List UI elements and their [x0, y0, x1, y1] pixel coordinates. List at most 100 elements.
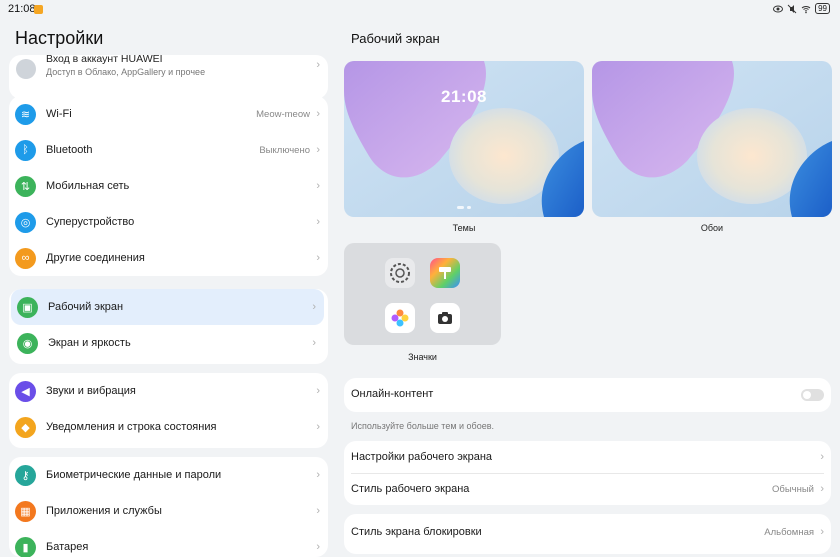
online-content-toggle[interactable] — [801, 389, 824, 401]
avatar — [16, 59, 36, 79]
status-icons: 99 — [773, 3, 830, 14]
sidebar-item-bell[interactable]: ◆ Уведомления и строка состояния › — [9, 409, 328, 445]
home-screen-settings-row[interactable]: Настройки рабочего экрана › — [344, 441, 831, 473]
connectivity-group: ≋ Wi-Fi Meow-meow › ᛒ Bluetooth Выключено › ⇅ Моб… — [9, 96, 328, 276]
chevron-right-icon: › — [316, 505, 320, 517]
chevron-right-icon: › — [316, 108, 320, 120]
sound-group: ◀Звуки и вибрация›◆Уведомления и строка … — [9, 373, 328, 448]
wallpapers-thumbnail[interactable] — [592, 61, 832, 217]
eye-icon: ◉ — [17, 333, 38, 354]
settings-sidebar: Настройки Вход в аккаунт HUAWEI Доступ в… — [0, 20, 336, 547]
display-group: ▣ Рабочий экран › ◉ Экран и яркость › — [9, 289, 328, 364]
themes-label: Темы — [344, 223, 584, 233]
sidebar-item-label: Приложения и службы — [46, 505, 162, 517]
online-content-label: Онлайн-контент — [351, 388, 433, 400]
chevron-right-icon: › — [316, 469, 320, 481]
link-icon: ∞ — [15, 248, 36, 269]
sidebar-item-eye[interactable]: ◉ Экран и яркость › — [11, 325, 324, 361]
chevron-right-icon: › — [316, 180, 320, 192]
sidebar-item-superdevice[interactable]: ◎ Суперустройство › — [9, 204, 328, 240]
chevron-right-icon: › — [820, 451, 824, 463]
chevron-right-icon: › — [312, 301, 316, 313]
wallpaper-image — [344, 61, 584, 217]
sidebar-item-bluetooth[interactable]: ᛒ Bluetooth Выключено › — [9, 132, 328, 168]
mute-icon — [787, 4, 797, 14]
sidebar-item-link[interactable]: ∞Другие соединения› — [9, 240, 328, 276]
lock-screen-style-row[interactable]: Стиль экрана блокировки Альбомная › — [344, 514, 831, 554]
sidebar-item-label: Wi-Fi — [46, 108, 72, 120]
sidebar-item-apps[interactable]: ▦ Приложения и службы › — [9, 493, 328, 529]
online-content-card: Онлайн-контент — [344, 378, 831, 412]
account-subtitle: Доступ в Облако, AppGallery и прочее — [46, 67, 205, 77]
account-card[interactable]: Вход в аккаунт HUAWEI Доступ в Облако, A… — [9, 55, 328, 99]
chevron-right-icon: › — [820, 483, 824, 495]
key-icon: ⚷ — [15, 465, 36, 486]
home-screen-panel: Рабочий экран 21:08 Темы — [336, 20, 840, 547]
sidebar-item-wifi[interactable]: ≋ Wi-Fi Meow-meow › — [9, 96, 328, 132]
wifi-icon: ≋ — [15, 104, 36, 125]
status-time: 21:08 — [8, 3, 36, 15]
wallpapers-label: Обои — [592, 223, 832, 233]
home-screen-style-label: Стиль рабочего экрана — [351, 483, 469, 495]
wifi-status-icon — [801, 4, 811, 14]
bell-icon: ◆ — [15, 417, 36, 438]
chevron-right-icon: › — [316, 144, 320, 156]
gallery-app-icon — [385, 303, 415, 333]
sidebar-item-key[interactable]: ⚷ Биометрические данные и пароли › — [9, 457, 328, 493]
chevron-right-icon: › — [316, 59, 320, 71]
home-screen-icon: ▣ — [17, 297, 38, 318]
settings-title: Настройки — [15, 28, 103, 49]
page-title: Рабочий экран — [351, 31, 440, 46]
chevron-right-icon: › — [316, 541, 320, 553]
bluetooth-icon: ᛒ — [15, 140, 36, 161]
sidebar-item-label: Экран и яркость — [48, 337, 131, 349]
sidebar-item-label: Звуки и вибрация — [46, 385, 136, 397]
sidebar-item-value: Выключено — [259, 145, 310, 156]
sidebar-item-sound[interactable]: ◀Звуки и вибрация› — [9, 373, 328, 409]
sidebar-item-label: Bluetooth — [46, 144, 92, 156]
notification-icon — [34, 5, 43, 14]
lock-style-card: Стиль экрана блокировки Альбомная › — [344, 514, 831, 554]
sidebar-item-battery[interactable]: ▮Батарея› — [9, 529, 328, 557]
sidebar-item-label: Суперустройство — [46, 216, 134, 228]
security-group: ⚷ Биометрические данные и пароли › ▦ Приложе… — [9, 457, 328, 557]
eye-comfort-icon — [773, 4, 783, 14]
chevron-right-icon: › — [316, 216, 320, 228]
mobile-network-icon: ⇅ — [15, 176, 36, 197]
sidebar-item-label: Уведомления и строка состояния — [46, 421, 216, 433]
superdevice-icon: ◎ — [15, 212, 36, 233]
lock-screen-style-value: Альбомная — [764, 527, 814, 538]
account-name: Вход в аккаунт HUAWEI — [46, 53, 163, 65]
wallpaper-image — [592, 61, 832, 217]
sidebar-item-home-screen[interactable]: ▣ Рабочий экран › — [11, 289, 324, 325]
sidebar-item-label: Рабочий экран — [48, 301, 123, 313]
lock-screen-style-label: Стиль экрана блокировки — [351, 526, 482, 538]
sidebar-item-label: Батарея — [46, 541, 88, 553]
online-content-hint: Используйте больше тем и обоев. — [351, 421, 494, 431]
lock-clock: 21:08 — [344, 87, 584, 107]
home-settings-card: Настройки рабочего экрана › Стиль рабоче… — [344, 441, 831, 505]
sidebar-item-label: Биометрические данные и пароли — [46, 469, 221, 481]
page-indicator — [344, 206, 584, 209]
sidebar-item-value: Meow-meow — [256, 109, 310, 120]
themes-thumbnail[interactable]: 21:08 — [344, 61, 584, 217]
home-screen-style-value: Обычный — [772, 484, 814, 495]
online-content-row[interactable]: Онлайн-контент — [344, 378, 831, 410]
chevron-right-icon: › — [820, 526, 824, 538]
chevron-right-icon: › — [316, 421, 320, 433]
home-screen-settings-label: Настройки рабочего экрана — [351, 451, 492, 463]
apps-icon: ▦ — [15, 501, 36, 522]
icons-thumbnail[interactable] — [344, 243, 501, 345]
battery-indicator: 99 — [815, 3, 830, 14]
camera-app-icon — [430, 303, 460, 333]
settings-app-icon — [385, 258, 415, 288]
sidebar-item-label: Мобильная сеть — [46, 180, 129, 192]
themes-app-icon — [430, 258, 460, 288]
icons-label: Значки — [344, 352, 501, 362]
status-bar: 21:08 99 — [0, 0, 840, 20]
chevron-right-icon: › — [316, 252, 320, 264]
chevron-right-icon: › — [312, 337, 316, 349]
home-screen-style-row[interactable]: Стиль рабочего экрана Обычный › — [344, 473, 831, 505]
sidebar-item-mobile-network[interactable]: ⇅ Мобильная сеть › — [9, 168, 328, 204]
chevron-right-icon: › — [316, 385, 320, 397]
